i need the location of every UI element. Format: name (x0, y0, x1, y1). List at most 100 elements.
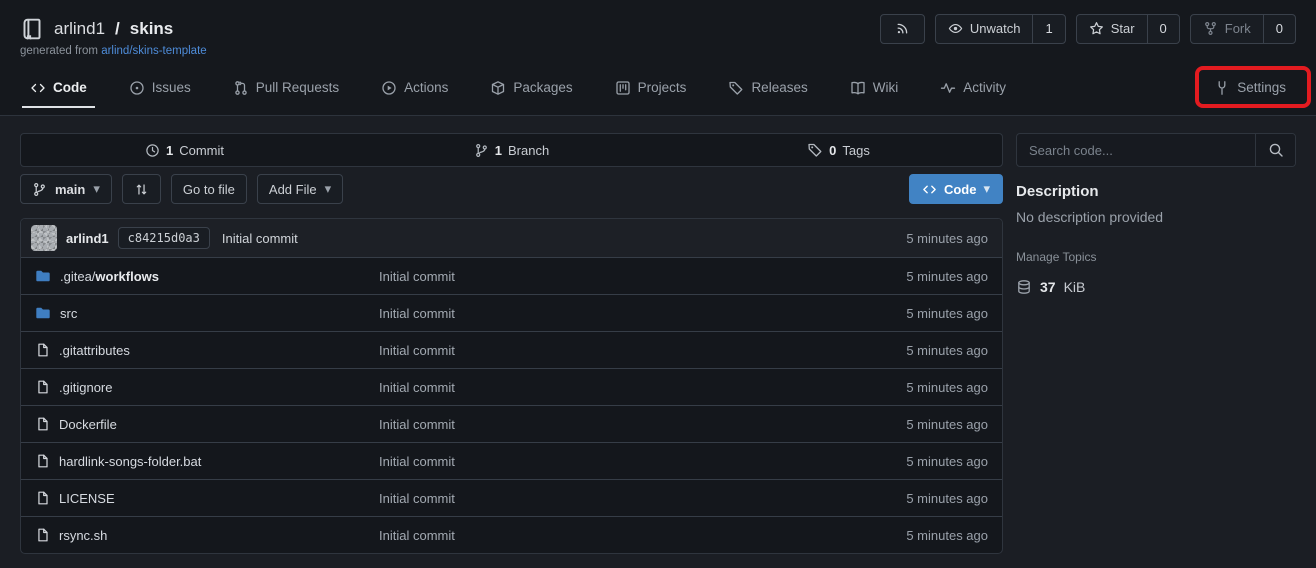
repo-name-link[interactable]: skins (130, 19, 173, 39)
file-commit-message-link[interactable]: Initial commit (379, 454, 455, 469)
file-icon (35, 490, 50, 506)
watchers-count[interactable]: 1 (1032, 15, 1064, 43)
summary-count: 1 (166, 143, 173, 158)
repo-size-value: 37 (1040, 279, 1056, 295)
tab-label: Wiki (873, 80, 899, 95)
tab-activity[interactable]: Activity (932, 69, 1014, 108)
summary-count: 1 (495, 143, 502, 158)
tab-settings[interactable]: Settings (1206, 69, 1294, 108)
summary-label: Commit (179, 143, 224, 158)
tab-packages[interactable]: Packages (482, 69, 580, 108)
file-name-link[interactable]: hardlink-songs-folder.bat (59, 454, 201, 469)
table-row: DockerfileInitial commit5 minutes ago (21, 405, 1002, 442)
summary-label: Tags (842, 143, 869, 158)
commit-time: 5 minutes ago (906, 231, 992, 246)
file-name-link[interactable]: rsync.sh (59, 528, 107, 543)
branch-icon (474, 143, 489, 158)
file-commit-message-link[interactable]: Initial commit (379, 491, 455, 506)
tab-label: Issues (152, 80, 191, 95)
tab-actions[interactable]: Actions (373, 69, 456, 108)
chevron-down-icon: ▾ (325, 181, 332, 197)
folder-icon (35, 268, 51, 284)
tab-label: Activity (963, 80, 1006, 95)
star-icon (1089, 21, 1104, 36)
manage-topics-link[interactable]: Manage Topics (1016, 250, 1296, 264)
tab-label: Code (53, 80, 87, 95)
chevron-down-icon: ▾ (93, 181, 100, 197)
compare-icon (134, 182, 149, 197)
unwatch-button[interactable]: Unwatch (936, 15, 1033, 43)
unwatch-label: Unwatch (970, 21, 1021, 36)
code-clone-button[interactable]: Code ▾ (909, 174, 1003, 204)
go-to-file-button[interactable]: Go to file (171, 174, 247, 204)
star-button-group: Star 0 (1076, 14, 1180, 44)
summary-tags[interactable]: 0Tags (675, 134, 1002, 166)
file-icon (35, 527, 50, 543)
file-name-link[interactable]: Dockerfile (59, 417, 117, 432)
tab-projects[interactable]: Projects (607, 69, 695, 108)
summary-commit[interactable]: 1 Commit (21, 134, 348, 166)
table-row: hardlink-songs-folder.batInitial commit5… (21, 442, 1002, 479)
file-commit-message-link[interactable]: Initial commit (379, 269, 455, 284)
file-commit-message-link[interactable]: Initial commit (379, 380, 455, 395)
file-commit-message-link[interactable]: Initial commit (379, 417, 455, 432)
rss-button[interactable] (880, 14, 925, 44)
repo-book-icon (20, 17, 44, 41)
repo-size: 37 KiB (1016, 279, 1296, 295)
tab-label: Packages (513, 80, 572, 95)
search-button[interactable] (1255, 134, 1295, 166)
issue-icon (129, 80, 145, 96)
search-code-input[interactable] (1017, 134, 1255, 166)
file-name-link[interactable]: src (60, 306, 77, 321)
tab-code[interactable]: Code (22, 69, 95, 108)
file-commit-time: 5 minutes ago (852, 380, 1002, 395)
tab-issues[interactable]: Issues (121, 69, 199, 108)
commit-hash-link[interactable]: c84215d0a3 (118, 227, 210, 249)
compare-button[interactable] (122, 174, 161, 204)
tab-wiki[interactable]: Wiki (842, 69, 907, 108)
file-commit-message-link[interactable]: Initial commit (379, 306, 455, 321)
file-name-link[interactable]: .gitea/workflows (60, 269, 159, 284)
fork-button[interactable]: Fork (1191, 15, 1263, 43)
description-title: Description (1016, 183, 1296, 200)
file-commit-message-link[interactable]: Initial commit (379, 343, 455, 358)
file-name-link[interactable]: LICENSE (59, 491, 115, 506)
tab-pull-requests[interactable]: Pull Requests (225, 69, 347, 108)
file-name-link[interactable]: .gitattributes (59, 343, 130, 358)
current-branch-name: main (55, 182, 85, 197)
tab-label: Releases (751, 80, 807, 95)
file-commit-time: 5 minutes ago (852, 306, 1002, 321)
file-commit-time: 5 minutes ago (852, 528, 1002, 543)
forks-count[interactable]: 0 (1263, 15, 1295, 43)
commit-message-link[interactable]: Initial commit (222, 231, 298, 246)
watch-button-group: Unwatch 1 (935, 14, 1066, 44)
book-icon (850, 80, 866, 96)
commit-author[interactable]: arlind1 (66, 231, 109, 246)
code-button-label: Code (944, 182, 977, 197)
package-icon (490, 80, 506, 96)
avatar[interactable] (31, 225, 57, 251)
file-commit-message-link[interactable]: Initial commit (379, 528, 455, 543)
summary-branch[interactable]: 1Branch (348, 134, 675, 166)
repo-header: arlind1 / skins (0, 0, 1316, 116)
description-text: No description provided (1016, 209, 1296, 225)
file-icon (35, 416, 50, 432)
star-label: Star (1111, 21, 1135, 36)
repo-owner-link[interactable]: arlind1 (54, 19, 105, 39)
table-row: .gitea/workflowsInitial commit5 minutes … (21, 257, 1002, 294)
chevron-down-icon: ▾ (983, 181, 990, 197)
add-file-button[interactable]: Add File ▾ (257, 174, 343, 204)
stars-count[interactable]: 0 (1147, 15, 1179, 43)
template-repo-link[interactable]: arlind/skins-template (101, 45, 206, 57)
search-icon (1268, 142, 1284, 158)
file-icon (35, 453, 50, 469)
file-name-link[interactable]: .gitignore (59, 380, 112, 395)
star-button[interactable]: Star (1077, 15, 1147, 43)
history-icon (145, 143, 160, 158)
code-icon (922, 182, 937, 197)
repo-title: arlind1 / skins (20, 17, 173, 41)
git-branch-icon (32, 182, 47, 197)
tab-releases[interactable]: Releases (720, 69, 815, 108)
branch-selector[interactable]: main ▾ (20, 174, 112, 204)
latest-commit-row: arlind1 c84215d0a3 Initial commit 5 minu… (21, 219, 1002, 257)
